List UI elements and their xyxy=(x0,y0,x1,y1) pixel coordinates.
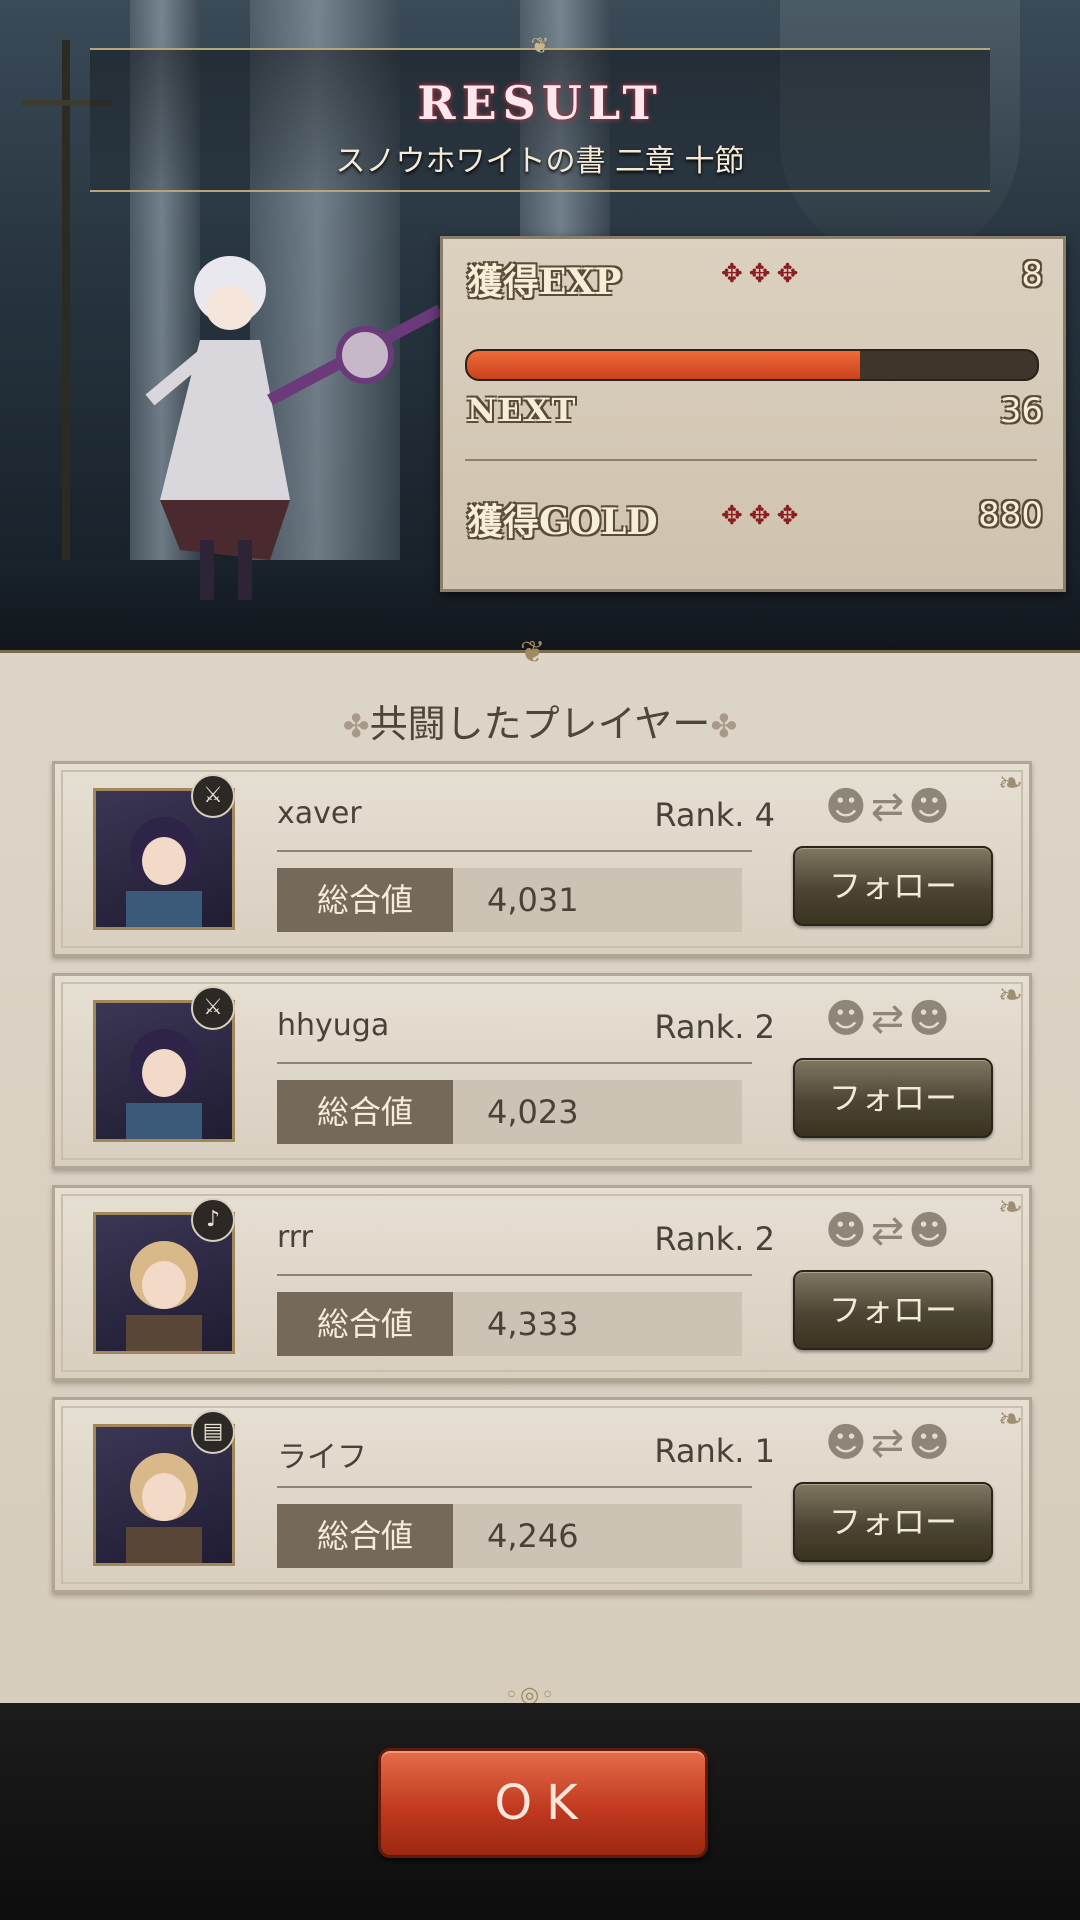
character-sprite xyxy=(145,256,443,600)
result-header: ❦ RESULT スノウホワイトの書 二章 十節 xyxy=(90,36,990,192)
total-score: 総合値 4,031 xyxy=(277,868,742,932)
total-score-label: 総合値 xyxy=(277,1504,453,1568)
stats-divider xyxy=(465,459,1037,461)
next-label: NEXT xyxy=(467,391,578,429)
follow-status-icon: ☻⇄☻ xyxy=(825,1420,954,1466)
total-score-value: 4,031 xyxy=(487,881,579,919)
ok-button[interactable]: OK xyxy=(378,1748,708,1858)
reward-stats-panel: 獲得EXP ✥✥✥ 8 NEXT 36 獲得GOLD ✥✥✥ 880 xyxy=(440,236,1066,592)
follow-button[interactable]: フォロー xyxy=(793,1058,993,1138)
chapter-subtitle: スノウホワイトの書 二章 十節 xyxy=(335,144,745,179)
corner-ornament-icon: ❧ xyxy=(997,1402,1023,1437)
total-score-value: 4,333 xyxy=(487,1305,579,1343)
total-score-value: 4,246 xyxy=(487,1517,579,1555)
player-card: ❧ ▤ ライフ Rank. 1 総合値 4,246 ☻⇄☻ フォロー xyxy=(52,1397,1032,1593)
total-score-label: 総合値 xyxy=(277,1292,453,1356)
exp-progress-bar xyxy=(465,349,1039,381)
book-icon: ▤ xyxy=(191,1410,235,1454)
exp-value: 8 xyxy=(1021,255,1043,295)
sword-icon: ⚔ xyxy=(191,986,235,1030)
harp-icon: ♪ xyxy=(191,1198,235,1242)
divider xyxy=(277,1062,752,1064)
corner-ornament-icon: ❧ xyxy=(997,978,1023,1013)
player-card: ❧ ⚔ xaver Rank. 4 総合値 4,031 ☻⇄☻ フォロー xyxy=(52,761,1032,957)
follow-button[interactable]: フォロー xyxy=(793,1270,993,1350)
panel-heading-text: 共闘したプレイヤー xyxy=(369,702,711,746)
gold-cross-icons: ✥✥✥ xyxy=(721,501,805,531)
total-score-label: 総合値 xyxy=(277,1080,453,1144)
player-name: xaver xyxy=(277,796,362,831)
divider xyxy=(277,850,752,852)
follow-status-icon: ☻⇄☻ xyxy=(825,784,954,830)
total-score: 総合値 4,333 xyxy=(277,1292,742,1356)
follow-button[interactable]: フォロー xyxy=(793,1482,993,1562)
divider xyxy=(277,1274,752,1276)
panel-heading: ✤共闘したプレイヤー✤ xyxy=(0,693,1080,748)
ornament-icon: ❦ xyxy=(530,34,550,59)
follow-status-icon: ☻⇄☻ xyxy=(825,996,954,1042)
gold-value: 880 xyxy=(978,495,1043,535)
player-name: hhyuga xyxy=(277,1008,390,1043)
player-name: ライフ xyxy=(277,1440,367,1475)
player-rank: Rank. 1 xyxy=(654,1432,775,1470)
total-score: 総合値 4,023 xyxy=(277,1080,742,1144)
follow-button[interactable]: フォロー xyxy=(793,846,993,926)
diamond-ornament-icon: ✤ xyxy=(710,707,738,745)
player-card: ❧ ⚔ hhyuga Rank. 2 総合値 4,023 ☻⇄☻ フォロー xyxy=(52,973,1032,1169)
player-name: rrr xyxy=(277,1220,313,1255)
corner-ornament-icon: ❧ xyxy=(997,766,1023,801)
sword-icon: ⚔ xyxy=(191,774,235,818)
player-card: ❧ ♪ rrr Rank. 2 総合値 4,333 ☻⇄☻ フォロー xyxy=(52,1185,1032,1381)
corner-ornament-icon: ❧ xyxy=(997,1190,1023,1225)
diamond-ornament-icon: ✤ xyxy=(342,707,370,745)
next-value: 36 xyxy=(999,391,1043,431)
candelabra xyxy=(22,40,112,600)
ornament-icon: ❦ xyxy=(520,635,546,670)
follow-status-icon: ☻⇄☻ xyxy=(825,1208,954,1254)
player-rank: Rank. 2 xyxy=(654,1220,775,1258)
total-score: 総合値 4,246 xyxy=(277,1504,742,1568)
total-score-label: 総合値 xyxy=(277,868,453,932)
co-op-players-panel: ❦ ✤共闘したプレイヤー✤ ❧ ⚔ xaver Rank. 4 総合値 4,03… xyxy=(0,635,1080,1708)
gold-label: 獲得GOLD xyxy=(467,501,658,543)
divider xyxy=(277,1486,752,1488)
player-rank: Rank. 4 xyxy=(654,796,775,834)
exp-label: 獲得EXP xyxy=(467,261,622,303)
player-rank: Rank. 2 xyxy=(654,1008,775,1046)
total-score-value: 4,023 xyxy=(487,1093,579,1131)
result-title: RESULT xyxy=(417,76,663,130)
exp-progress-fill xyxy=(467,351,861,379)
exp-cross-icons: ✥✥✥ xyxy=(721,259,805,289)
